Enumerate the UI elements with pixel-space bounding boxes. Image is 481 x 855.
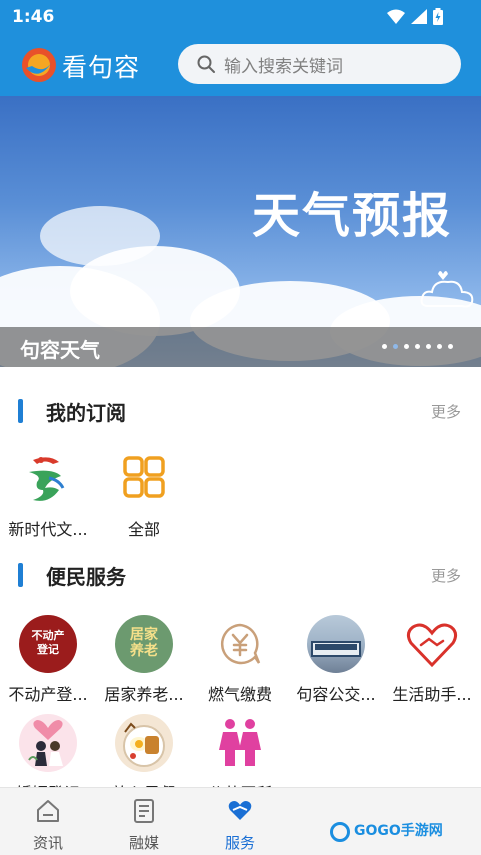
tab-services[interactable]: 服务: [210, 798, 270, 853]
service-home-care[interactable]: 居家 养老 居家养老...: [99, 615, 189, 705]
watermark-logo-icon: [330, 822, 350, 842]
home-care-icon-text: 居家 养老: [130, 627, 158, 659]
carousel-dot-active[interactable]: [393, 344, 398, 349]
wifi-icon: [387, 9, 405, 24]
service-life-assistant[interactable]: 生活助手...: [387, 615, 477, 705]
tab-label: 服务: [224, 834, 255, 852]
service-real-estate[interactable]: 不动产 登记 不动产登...: [3, 615, 93, 705]
banner-caption-bar: 句容天气: [0, 327, 481, 367]
yuan-bubble-icon: [211, 615, 269, 673]
tab-news[interactable]: 资讯: [18, 798, 78, 853]
subscription-item-new-era[interactable]: 新时代文...: [3, 450, 93, 540]
service-label: 燃气缴费: [207, 685, 272, 704]
services-title: 便民服务: [46, 565, 126, 589]
subscription-label: 新时代文...: [8, 520, 88, 539]
breakfast-icon: [115, 714, 173, 772]
status-bar: 1:46: [0, 0, 481, 34]
carousel-dots: [382, 344, 453, 349]
service-label: 居家养老...: [104, 685, 184, 704]
services-more-link[interactable]: 更多: [431, 565, 461, 586]
grid-icon: [115, 450, 173, 508]
toilet-icon: [211, 714, 269, 772]
section-accent-bar: [18, 563, 23, 587]
tab-label: 融媒: [128, 834, 159, 852]
document-icon: [134, 799, 154, 823]
carousel-dot[interactable]: [448, 344, 453, 349]
wedding-icon: [19, 714, 77, 772]
subscriptions-header: 我的订阅 更多: [0, 397, 481, 427]
banner-carousel[interactable]: 天气预报 句容天气: [0, 96, 481, 367]
carousel-dot[interactable]: [404, 344, 409, 349]
home-icon: [37, 800, 59, 822]
app-logo-icon: [22, 48, 56, 82]
battery-icon: [433, 8, 443, 25]
section-accent-bar: [18, 399, 23, 423]
carousel-dot[interactable]: [415, 344, 420, 349]
service-gas-payment[interactable]: 燃气缴费: [195, 615, 285, 705]
search-icon: [197, 55, 215, 73]
banner-caption: 句容天气: [20, 338, 100, 362]
cloud-heart-icon: [420, 271, 474, 308]
subscriptions-title: 我的订阅: [46, 401, 126, 425]
banner-heading: 天气预报: [252, 188, 453, 244]
heart-hand-icon: [228, 801, 252, 820]
tab-media[interactable]: 融媒: [114, 798, 174, 853]
cloud-shape: [40, 206, 160, 266]
bus-photo-icon: [307, 615, 365, 673]
home-care-icon: 居家 养老: [115, 615, 173, 673]
real-estate-icon: 不动产 登记: [19, 615, 77, 673]
service-bus[interactable]: 句容公交...: [291, 615, 381, 705]
app-header: 1:46 看句容 输入搜索关键词: [0, 0, 481, 96]
signal-icon: [411, 9, 427, 24]
app-title: 看句容: [62, 53, 141, 82]
service-label: 不动产登...: [8, 685, 88, 704]
watermark: GOGO手游网: [354, 823, 443, 839]
subscription-item-all[interactable]: 全部: [99, 450, 189, 540]
search-placeholder: 输入搜索关键词: [224, 56, 343, 77]
service-label: 句容公交...: [296, 685, 376, 704]
service-label: 生活助手...: [392, 685, 472, 704]
status-time: 1:46: [12, 7, 55, 27]
tab-label: 资讯: [32, 834, 63, 852]
services-header: 便民服务 更多: [0, 561, 481, 591]
real-estate-icon-text: 不动产 登记: [31, 629, 65, 656]
carousel-dot[interactable]: [382, 344, 387, 349]
handshake-heart-icon: [403, 615, 461, 673]
subscriptions-more-link[interactable]: 更多: [431, 401, 461, 422]
carousel-dot[interactable]: [437, 344, 442, 349]
new-era-logo-icon: [19, 450, 77, 508]
carousel-dot[interactable]: [426, 344, 431, 349]
search-input[interactable]: 输入搜索关键词: [178, 44, 461, 84]
status-icons: [387, 8, 443, 25]
bus-window: [315, 644, 357, 650]
subscription-label: 全部: [127, 520, 160, 539]
